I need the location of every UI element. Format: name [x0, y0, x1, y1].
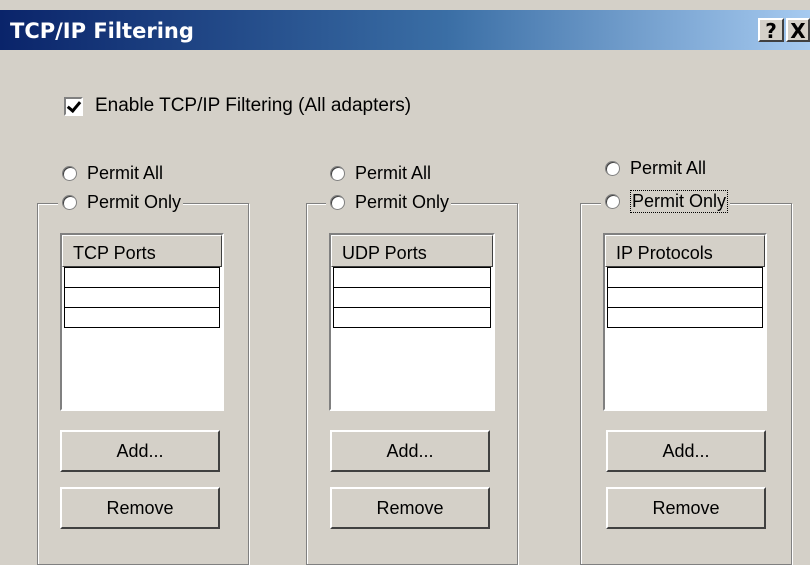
list-row[interactable]	[333, 267, 491, 288]
list-row[interactable]	[607, 307, 763, 328]
ip-protocols-list[interactable]: IP Protocols	[603, 233, 767, 411]
udp-remove-button[interactable]: Remove	[330, 487, 490, 529]
list-row[interactable]	[64, 307, 220, 328]
enable-filtering-checkbox[interactable]	[64, 96, 83, 116]
tcp-permit-only-radio[interactable]: Permit Only	[58, 192, 184, 213]
radio-circle[interactable]	[605, 161, 620, 176]
list-row[interactable]	[64, 287, 220, 308]
list-row[interactable]	[333, 307, 491, 328]
list-row[interactable]	[64, 267, 220, 288]
radio-label: Permit All	[630, 158, 707, 178]
radio-label: Permit Only	[630, 190, 729, 213]
tcp-remove-button[interactable]: Remove	[60, 487, 220, 529]
ip-add-button[interactable]: Add...	[606, 430, 766, 472]
list-row[interactable]	[333, 287, 491, 308]
radio-circle[interactable]	[62, 195, 77, 210]
enable-filtering-checkbox-row[interactable]: Enable TCP/IP Filtering (All adapters)	[64, 95, 411, 117]
radio-label: Permit Only	[87, 192, 182, 212]
tcpip-filtering-dialog: TCP/IP Filtering ? X Enable TCP/IP Filte…	[0, 0, 810, 565]
enable-filtering-label: Enable TCP/IP Filtering (All adapters)	[95, 95, 412, 116]
radio-circle[interactable]	[605, 194, 620, 209]
tcp-permit-all-radio[interactable]: Permit All	[62, 163, 166, 184]
radio-label: Permit All	[87, 163, 164, 183]
list-header: TCP Ports	[62, 235, 222, 267]
udp-permit-only-radio[interactable]: Permit Only	[326, 192, 452, 213]
radio-label: Permit All	[355, 163, 432, 183]
title-bar: TCP/IP Filtering ? X	[0, 10, 810, 50]
radio-label: Permit Only	[355, 192, 450, 212]
window-title: TCP/IP Filtering	[10, 19, 194, 43]
radio-circle[interactable]	[330, 195, 345, 210]
udp-add-button[interactable]: Add...	[330, 430, 490, 472]
help-button[interactable]: ?	[758, 18, 784, 42]
list-row[interactable]	[607, 287, 763, 308]
list-row[interactable]	[607, 267, 763, 288]
list-header: UDP Ports	[331, 235, 493, 267]
ip-remove-button[interactable]: Remove	[606, 487, 766, 529]
radio-circle[interactable]	[330, 166, 345, 181]
radio-circle[interactable]	[62, 166, 77, 181]
udp-permit-all-radio[interactable]: Permit All	[330, 163, 434, 184]
list-header: IP Protocols	[605, 235, 765, 267]
close-button[interactable]: X	[786, 18, 810, 42]
tcp-ports-list[interactable]: TCP Ports	[60, 233, 224, 411]
udp-ports-list[interactable]: UDP Ports	[329, 233, 495, 411]
ip-permit-only-radio[interactable]: Permit Only	[601, 190, 731, 213]
ip-permit-all-radio[interactable]: Permit All	[605, 158, 709, 179]
tcp-add-button[interactable]: Add...	[60, 430, 220, 472]
